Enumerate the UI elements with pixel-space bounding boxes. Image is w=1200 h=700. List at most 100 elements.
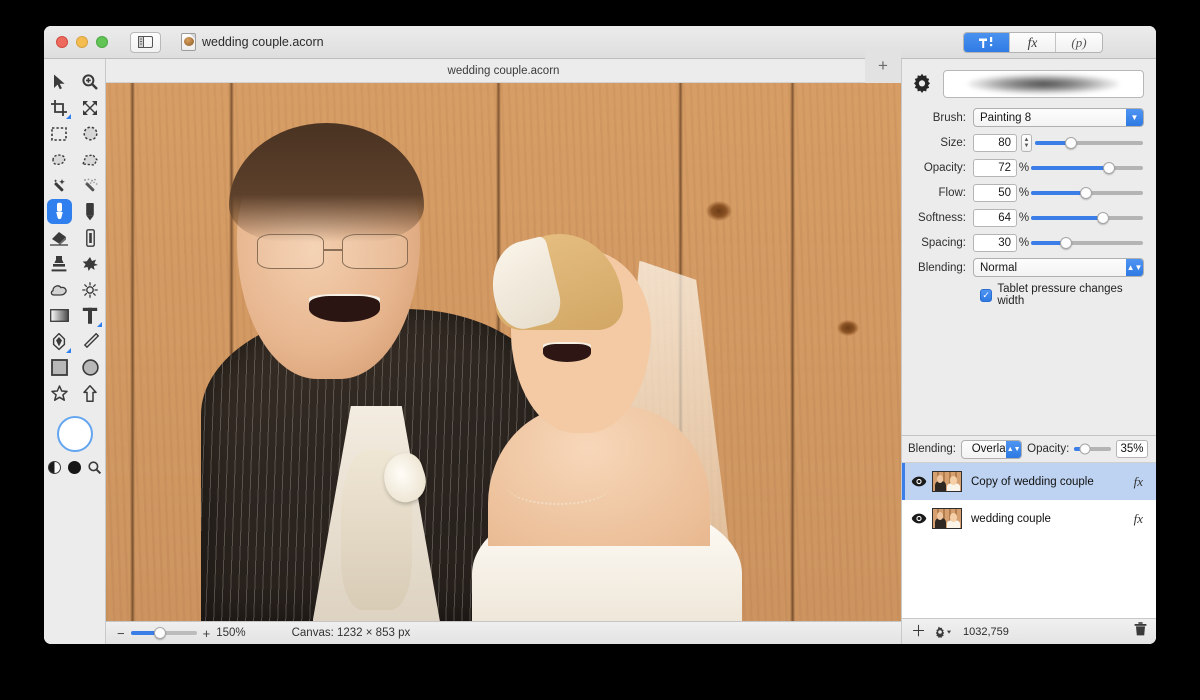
trash-icon [1134, 622, 1147, 636]
chevron-updown-icon: ▲▼ [1126, 259, 1143, 276]
blending-select[interactable]: Normal ▲▼ [973, 258, 1144, 277]
size-slider[interactable] [1035, 136, 1143, 149]
zoom-out-button[interactable]: − [117, 627, 125, 640]
line-tool[interactable] [78, 329, 103, 354]
ellipse-shape-tool[interactable] [78, 355, 103, 380]
opacity-unit: % [1018, 161, 1030, 174]
move-tool[interactable] [47, 69, 72, 94]
black-dot-icon[interactable] [68, 461, 81, 474]
layer-fx-button[interactable]: fx [1134, 474, 1143, 490]
layer-opacity-slider[interactable] [1074, 443, 1111, 455]
layer-name-label[interactable]: wedding couple [971, 513, 1134, 525]
cloud-blur-icon [50, 285, 67, 296]
layer-visibility-toggle[interactable] [910, 476, 928, 487]
spacing-row: Spacing: 30 % [911, 233, 1144, 252]
table-row[interactable]: wedding couple fx [902, 500, 1156, 537]
smudge-tool[interactable] [78, 225, 103, 250]
tool-submenu-indicator [65, 114, 71, 119]
opacity-slider-knob[interactable] [1103, 161, 1116, 174]
spacing-slider-knob[interactable] [1059, 236, 1072, 249]
softness-input[interactable]: 64 [973, 208, 1017, 227]
pencil-tool[interactable] [78, 199, 103, 224]
size-input[interactable]: 80 [973, 133, 1017, 152]
zoom-button[interactable] [96, 36, 108, 48]
flow-slider[interactable] [1031, 186, 1143, 199]
canvas-tab-title[interactable]: wedding couple.acorn [448, 65, 560, 77]
tablet-pressure-checkbox[interactable]: ✓ [980, 288, 993, 302]
elliptical-select-tool[interactable] [78, 121, 103, 146]
sidebar-toggle-button[interactable] [130, 31, 161, 53]
window-titlebar: wedding couple.acorn fx (p) [44, 26, 1156, 59]
chevron-updown-icon: ▲▼ [1006, 440, 1022, 458]
brush-tool[interactable] [46, 199, 72, 224]
instant-alpha-tool[interactable] [78, 173, 103, 198]
crop-tool[interactable] [47, 95, 72, 120]
spacing-slider[interactable] [1031, 236, 1143, 249]
layer-blending-select[interactable]: Overlay ▲▼ [960, 439, 1023, 459]
color-swatches [56, 416, 93, 452]
bezier-pen-tool[interactable] [47, 329, 72, 354]
tool-row [44, 69, 105, 94]
gear-dropdown-icon[interactable] [933, 626, 952, 638]
blur-tool[interactable] [47, 277, 72, 302]
flow-row: Flow: 50 % [911, 183, 1144, 202]
add-tab-button[interactable]: + [865, 49, 901, 83]
flow-input[interactable]: 50 [973, 183, 1017, 202]
brush-stroke-preview[interactable] [943, 70, 1144, 98]
flow-slider-fill [1031, 190, 1086, 195]
eye-icon [911, 513, 927, 524]
gradient-tool[interactable] [47, 303, 72, 328]
document-tab-bar: wedding couple.acorn + [106, 49, 901, 83]
canvas-image[interactable] [106, 83, 901, 621]
sidebar-icon [138, 36, 153, 48]
spacing-input[interactable]: 30 [973, 233, 1017, 252]
text-tool[interactable] [78, 303, 103, 328]
rectangular-select-tool[interactable] [47, 121, 72, 146]
zoom-in-button[interactable]: + [203, 627, 211, 640]
layer-fx-button[interactable]: fx [1134, 511, 1143, 527]
softness-slider[interactable] [1031, 211, 1143, 224]
contrast-half-icon[interactable] [48, 461, 61, 474]
filters-segment[interactable]: fx [1010, 33, 1056, 52]
magnifier-picker-icon[interactable] [88, 461, 101, 474]
zoom-slider[interactable] [130, 627, 197, 639]
magic-wand-tool[interactable] [47, 173, 72, 198]
palette-segment[interactable]: (p) [1056, 33, 1102, 52]
canvas-scroll-view[interactable] [106, 83, 901, 621]
gear-icon[interactable] [911, 73, 933, 95]
flow-slider-knob[interactable] [1079, 186, 1092, 199]
size-stepper[interactable]: ▲ ▼ [1021, 133, 1032, 152]
foreground-color-swatch[interactable] [56, 416, 93, 452]
delete-layer-button[interactable] [1134, 622, 1147, 641]
brush-select[interactable]: Painting 8 ▼ [973, 108, 1144, 127]
eraser-tool[interactable] [47, 225, 72, 250]
opacity-input[interactable]: 72 [973, 158, 1017, 177]
dodge-burn-tool[interactable] [78, 277, 103, 302]
zoom-tool[interactable] [78, 69, 103, 94]
opacity-slider[interactable] [1031, 161, 1143, 174]
tools-segment[interactable] [964, 33, 1010, 52]
layer-opacity-value[interactable]: 35% [1116, 440, 1148, 458]
polygon-lasso-tool[interactable] [78, 147, 103, 172]
softness-unit: % [1018, 211, 1030, 224]
layer-name-label[interactable]: Copy of wedding couple [971, 476, 1134, 488]
size-slider-knob[interactable] [1064, 136, 1077, 149]
star-shape-tool[interactable] [47, 381, 72, 406]
softness-slider-knob[interactable] [1096, 211, 1109, 224]
spatter-tool[interactable] [78, 251, 103, 276]
layer-visibility-toggle[interactable] [910, 513, 928, 524]
rectangle-shape-tool[interactable] [47, 355, 72, 380]
inspector-spacer [902, 315, 1156, 435]
zoom-slider-knob[interactable] [153, 627, 166, 639]
transform-tool[interactable] [78, 95, 103, 120]
layer-opacity-slider-knob[interactable] [1079, 443, 1091, 455]
minimize-button[interactable] [76, 36, 88, 48]
clone-stamp-tool[interactable] [47, 251, 72, 276]
table-row[interactable]: Copy of wedding couple fx [902, 463, 1156, 500]
star-icon [50, 385, 68, 401]
arrow-shape-tool[interactable] [78, 381, 103, 406]
lasso-tool[interactable] [47, 147, 72, 172]
add-layer-button[interactable]: ＋ [911, 624, 926, 639]
close-button[interactable] [56, 36, 68, 48]
spatter-icon [82, 257, 98, 271]
